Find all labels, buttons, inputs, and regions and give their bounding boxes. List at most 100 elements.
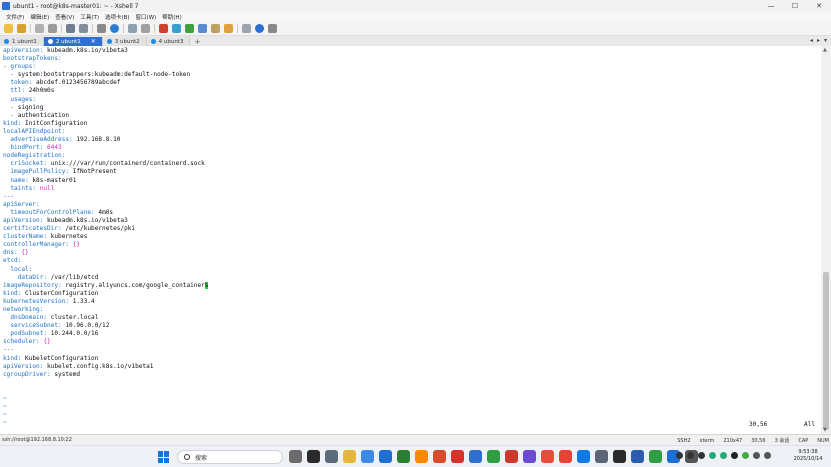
tab-label: 3 ubunt2 — [114, 38, 140, 45]
lock-icon[interactable] — [198, 24, 207, 33]
link-icon[interactable] — [35, 24, 44, 33]
taskbar-app-icon[interactable] — [415, 450, 428, 463]
chat-icon[interactable] — [268, 24, 277, 33]
close-window-button[interactable]: ✕ — [807, 0, 831, 12]
protocol-indicator: SSH2 — [677, 437, 691, 444]
terminal-text: kind: — [3, 354, 26, 362]
terminal-text: ttl: — [10, 87, 29, 95]
taskbar-app-icon[interactable] — [379, 450, 392, 463]
tab-prev-icon[interactable]: ◂ — [810, 37, 813, 44]
taskbar-app-icon[interactable] — [289, 450, 302, 463]
taskbar-app-icon[interactable] — [613, 450, 626, 463]
window-controls: — ☐ ✕ — [759, 0, 831, 12]
terminal-line: criSocket: unix:///var/run/containerd/co… — [3, 160, 821, 168]
taskbar-app-icon[interactable] — [505, 450, 518, 463]
taskbar-app-icon[interactable] — [649, 450, 662, 463]
terminal-text: scheduler: — [3, 338, 44, 346]
taskbar-app-icon[interactable] — [559, 450, 572, 463]
terminal-text: bindPort: — [10, 144, 48, 152]
xshell-status-bar: ssh://root@192.168.8.10:22 SSH2 xterm 21… — [0, 434, 831, 445]
terminal-line: usages: — [3, 96, 821, 104]
find-icon[interactable] — [97, 24, 106, 33]
scroll-up-arrow-icon[interactable]: ▲ — [823, 47, 827, 53]
start-windows-icon[interactable] — [158, 451, 170, 463]
taskbar-app-icon[interactable] — [595, 450, 608, 463]
compose-icon[interactable] — [224, 24, 233, 33]
tab-ubunt3[interactable]: 4 ubunt3 — [146, 37, 191, 46]
tab-next-icon[interactable]: ▸ — [817, 37, 820, 44]
tab-ubunt1-2[interactable]: 2 ubunt1 ✕ — [43, 37, 103, 46]
layout-icon[interactable] — [242, 24, 251, 33]
num-indicator: NUM — [817, 437, 829, 444]
menu-help[interactable]: 帮助(H) — [162, 13, 181, 21]
taskbar-app-icon[interactable] — [343, 450, 356, 463]
xftp-icon[interactable] — [159, 24, 168, 33]
terminal-text: podSubnet: — [10, 330, 51, 338]
tray-icon[interactable] — [731, 452, 738, 459]
taskbar-app-icon[interactable] — [541, 450, 554, 463]
transfer-icon[interactable] — [172, 24, 181, 33]
tray-icon[interactable] — [764, 452, 771, 459]
taskbar-app-icon[interactable] — [397, 450, 410, 463]
close-tab-icon[interactable]: ✕ — [91, 38, 96, 45]
add-tab-button[interactable]: + — [194, 37, 200, 46]
terminal-text: imagePullPolicy: — [10, 168, 73, 176]
tray-icon[interactable] — [753, 452, 760, 459]
taskbar-app-icon[interactable] — [361, 450, 374, 463]
taskbar-app-icon[interactable] — [469, 450, 482, 463]
terminal-line: advertiseAddress: 192.168.8.10 — [3, 136, 821, 144]
tray-icon[interactable] — [709, 452, 716, 459]
terminal-output[interactable]: apiVersion: kubeadm.k8s.io/v1beta3 bootst… — [0, 46, 821, 434]
font-icon[interactable] — [141, 24, 150, 33]
disconnect-icon[interactable] — [48, 24, 57, 33]
properties-icon[interactable] — [128, 24, 137, 33]
terminal-line: ~ — [3, 403, 821, 411]
window-title: ubunt1 - root@k8s-master01: ~ - Xshell 7 — [13, 2, 139, 10]
taskbar-search-box[interactable]: 搜索 — [177, 450, 283, 464]
terminal-scrollbar[interactable]: ▲ ▼ — [821, 46, 831, 434]
menu-tab[interactable]: 选项卡(B) — [105, 13, 130, 21]
help-icon[interactable] — [255, 24, 264, 33]
tab-ubunt1-1[interactable]: 1 ubunt1 — [0, 37, 44, 46]
taskbar-app-icon[interactable] — [523, 450, 536, 463]
tray-icon[interactable] — [676, 452, 683, 459]
clock[interactable]: 9:53:38 2025/10/14 — [790, 449, 826, 463]
terminal-text: - — [10, 71, 18, 79]
tray-icon[interactable] — [720, 452, 727, 459]
taskbar-app-icon[interactable] — [307, 450, 320, 463]
terminal-line: - system:bootstrappers:kubeadm:default-n… — [3, 71, 821, 79]
tray-icon[interactable] — [687, 452, 694, 459]
taskbar-app-icon[interactable] — [631, 450, 644, 463]
maximize-button[interactable]: ☐ — [783, 0, 807, 12]
scroll-down-arrow-icon[interactable]: ▼ — [823, 427, 827, 433]
taskbar-app-icon[interactable] — [433, 450, 446, 463]
globe-icon[interactable] — [110, 24, 119, 33]
menu-window[interactable]: 窗口(W) — [136, 13, 157, 21]
terminal-line: token: abcdef.0123456789abcdef — [3, 79, 821, 87]
menu-view[interactable]: 查看(V) — [55, 13, 74, 21]
fullscreen-icon[interactable] — [185, 24, 194, 33]
minimize-button[interactable]: — — [759, 0, 783, 12]
taskbar-app-icon[interactable] — [577, 450, 590, 463]
new-session-icon[interactable] — [4, 24, 13, 33]
tray-icon[interactable] — [698, 452, 705, 459]
taskbar-app-icon[interactable] — [325, 450, 338, 463]
paste-icon[interactable] — [79, 24, 88, 33]
menu-tools[interactable]: 工具(T) — [80, 13, 99, 21]
pinned-apps — [289, 450, 703, 463]
terminal-text: kind: — [3, 289, 26, 297]
menu-file[interactable]: 文件(F) — [6, 13, 24, 21]
script-icon[interactable] — [211, 24, 220, 33]
tray-icon[interactable] — [742, 452, 749, 459]
tab-ubunt2[interactable]: 3 ubunt2 — [102, 37, 147, 46]
toolbar-divider — [92, 24, 93, 33]
scrollbar-thumb[interactable] — [823, 272, 829, 430]
open-folder-icon[interactable] — [17, 24, 26, 33]
taskbar-app-icon[interactable] — [487, 450, 500, 463]
tab-list-icon[interactable]: ▾ — [824, 37, 827, 44]
copy-icon[interactable] — [66, 24, 75, 33]
terminal-line: cgroupDriver: systemd — [3, 371, 821, 379]
taskbar-app-icon[interactable] — [451, 450, 464, 463]
menu-edit[interactable]: 编辑(E) — [30, 13, 49, 21]
